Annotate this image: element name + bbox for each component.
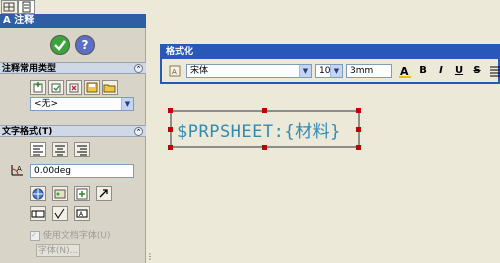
insert-gtol-button[interactable] [30, 206, 46, 221]
align-center-icon [55, 145, 65, 156]
gtol-icon [31, 210, 45, 218]
align-right-icon [77, 145, 87, 156]
document-icon [22, 1, 31, 13]
format-toolbar-title: 格式化 [162, 46, 500, 59]
resize-handle[interactable] [168, 145, 173, 150]
resize-handle[interactable] [168, 127, 173, 132]
align-right-button[interactable] [74, 142, 90, 157]
align-icon [490, 66, 500, 77]
font-color-icon: A [399, 65, 411, 78]
help-button[interactable]: ? [75, 35, 95, 55]
checkbox-icon: ✓ [30, 230, 40, 241]
add-style-button[interactable] [30, 80, 46, 95]
lock-note-button[interactable] [96, 186, 112, 201]
resize-handle[interactable] [356, 108, 361, 113]
link-property-icon [54, 189, 66, 199]
grid-icon [3, 2, 15, 12]
resize-handle[interactable] [356, 145, 361, 150]
resize-handle[interactable] [262, 145, 267, 150]
save-style-icon [86, 82, 98, 93]
save-style-button[interactable] [84, 80, 100, 95]
svg-text:A: A [17, 165, 22, 173]
ok-button[interactable] [50, 35, 70, 55]
bold-button[interactable]: B [416, 64, 430, 78]
note-text[interactable]: $PRPSHEET:{材料} [177, 117, 341, 142]
resize-handle[interactable] [168, 108, 173, 113]
delete-style-icon [69, 83, 79, 93]
height-field[interactable]: 3mm [346, 64, 392, 78]
align-left-button[interactable] [30, 142, 46, 157]
align-left-icon [33, 145, 43, 156]
arrow-icon [99, 189, 108, 198]
datum-icon: A [76, 209, 88, 218]
font-color-button[interactable]: A [398, 64, 412, 78]
italic-button[interactable]: I [434, 64, 448, 78]
note-a-icon: A [3, 15, 11, 26]
angle-field[interactable]: 0.00deg [30, 164, 134, 178]
insert-hyperlink-button[interactable] [30, 186, 46, 201]
update-style-icon [51, 83, 61, 93]
manager-tabs [0, 0, 40, 14]
underline-button[interactable]: U [452, 64, 466, 78]
font-style-icon: A [168, 64, 182, 81]
use-doc-font-checkbox[interactable]: ✓ 使用文档字体(U) [30, 228, 140, 241]
svg-text:A: A [172, 68, 177, 76]
property-manager-panel [0, 14, 146, 263]
resize-handle[interactable] [262, 108, 267, 113]
surface-finish-icon [54, 208, 65, 219]
angle-icon: A [10, 163, 26, 180]
splitter-handle[interactable]: ⋮ [146, 252, 154, 263]
property-manager-tab[interactable] [18, 0, 35, 14]
align-center-button[interactable] [52, 142, 68, 157]
text-format-header[interactable]: 文字格式(T) ⌃ [0, 125, 146, 137]
checkmark-icon [54, 40, 66, 51]
update-style-button[interactable] [48, 80, 64, 95]
insert-surface-finish-button[interactable] [52, 206, 68, 221]
font-size-select[interactable]: 10 ▼ [315, 64, 343, 78]
feature-tree-tab[interactable] [1, 0, 18, 14]
globe-icon [32, 188, 44, 200]
add-style-icon [33, 82, 43, 93]
load-style-button[interactable] [102, 80, 118, 95]
add-symbol-icon [76, 188, 88, 200]
strikethrough-button[interactable]: S [470, 64, 484, 78]
question-icon: ? [81, 38, 89, 52]
folder-icon [103, 84, 116, 93]
link-property-button[interactable] [52, 186, 68, 201]
common-type-select[interactable]: <无> ▼ [30, 97, 134, 111]
chevron-down-icon[interactable]: ▼ [121, 98, 133, 110]
align-button[interactable] [488, 64, 500, 78]
panel-title: A 注释 [0, 14, 146, 28]
font-name-select[interactable]: 宋体 ▼ [186, 64, 312, 78]
font-button[interactable]: 字体(N)... [36, 244, 80, 257]
chevron-down-icon[interactable]: ▼ [299, 65, 311, 77]
add-symbol-button[interactable] [74, 186, 90, 201]
collapse-icon[interactable]: ⌃ [134, 127, 143, 136]
delete-style-button[interactable] [66, 80, 82, 95]
common-types-header[interactable]: 注释常用类型 ⌃ [0, 62, 146, 74]
chevron-down-icon[interactable]: ▼ [330, 65, 342, 77]
resize-handle[interactable] [356, 127, 361, 132]
insert-datum-button[interactable]: A [74, 206, 90, 221]
collapse-icon[interactable]: ⌃ [134, 64, 143, 73]
